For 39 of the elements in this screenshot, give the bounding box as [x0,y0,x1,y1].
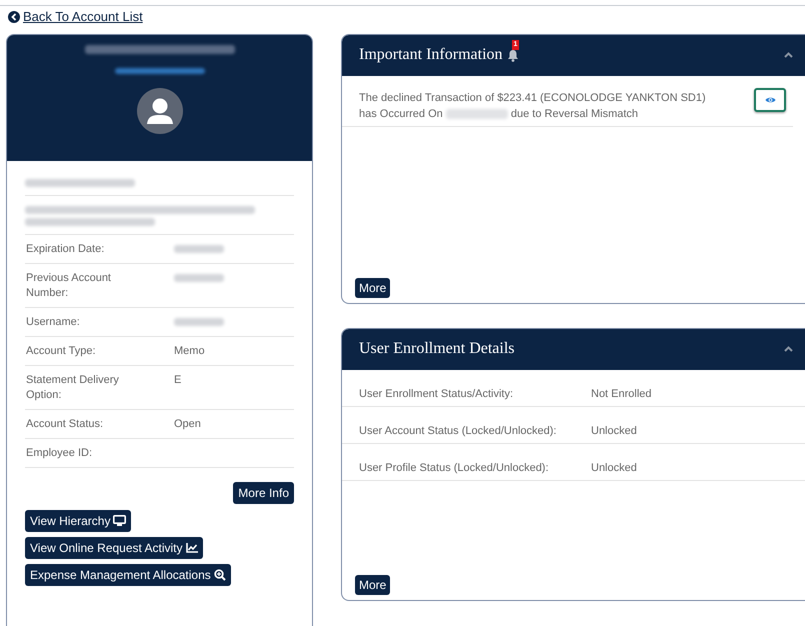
view-button[interactable] [754,88,786,112]
action-button[interactable]: View Online Request Activity [25,536,203,558]
monitor-icon [113,515,126,526]
redacted-text [174,274,224,282]
zoom-in-icon [214,568,226,580]
field-label: Statement Delivery Option: [26,372,120,402]
more-info-button[interactable]: More Info [233,482,294,504]
bell-icon [506,48,519,62]
field-label: Username: [26,314,81,330]
field-label: Account Type: [26,344,97,358]
back-link[interactable]: Back To Account List [8,9,143,24]
redacted-text [174,244,224,253]
field-label: Employee ID: [26,446,94,460]
redacted-text [446,108,508,119]
chevron-icon [784,346,793,352]
action-button[interactable]: Expense Management Allocations [25,564,231,586]
field-label: Account Status: [26,416,104,432]
avatar-icon [136,88,182,134]
eye-icon [764,96,776,104]
more-button[interactable]: More [355,574,390,594]
panel-title: Important Information [359,46,503,64]
field-label: User Account Status (Locked/Unlocked): [359,424,558,438]
field-value: E [174,372,182,388]
field-label: User Profile Status (Locked/Unlocked): [359,460,550,476]
redacted-text [174,318,224,326]
chevron-icon [784,52,793,58]
action-button[interactable]: View Hierarchy [25,510,132,532]
field-value: Not Enrolled [591,386,652,402]
more-button[interactable]: More [355,278,390,298]
field-value: Unlocked [591,424,637,438]
field-value: Memo [174,344,206,358]
field-value: Unlocked [591,460,637,476]
field-label: Expiration Date: [26,242,106,256]
notification-message: The declined Transaction of $223.41 (ECONOLODGE YANKTON SD1) has Occurred On due to Reversal Mismatch [359,90,707,122]
line-chart-icon [186,542,198,552]
field-label: Previous Account Number: [26,270,112,300]
field-value: Open [174,416,202,432]
field-label: User Enrollment Status/Activity: [359,386,514,402]
panel-title: User Enrollment Details [359,340,515,358]
